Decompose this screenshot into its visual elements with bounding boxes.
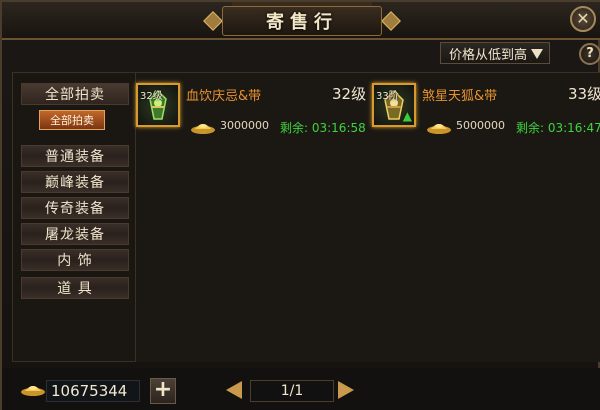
- category-legend-equipment[interactable]: 传奇装备: [21, 197, 129, 219]
- title-ornament-right: [381, 11, 401, 31]
- sort-dropdown[interactable]: 价格从低到高: [440, 42, 550, 64]
- item-name: 煞星天狐&带: [422, 89, 498, 104]
- category-all-auctions[interactable]: 全部拍卖: [21, 83, 129, 105]
- help-button[interactable]: ?: [579, 43, 600, 65]
- gold-ingot-icon: [427, 124, 451, 134]
- item-price: 5000000: [456, 119, 505, 132]
- add-gold-button[interactable]: +: [150, 378, 176, 404]
- item-level: 32级: [332, 85, 367, 103]
- chevron-down-icon: [531, 49, 543, 59]
- gold-ingot-icon: [21, 386, 45, 396]
- sort-selected-label: 价格从低到高: [449, 47, 528, 63]
- item-name: 血饮庆忌&带: [186, 89, 262, 104]
- close-button[interactable]: ✕: [570, 6, 596, 32]
- upgrade-arrow-icon: ▲: [402, 109, 412, 123]
- gold-ingot-icon: [191, 124, 215, 134]
- item-level: 33级: [568, 85, 600, 103]
- listing-item[interactable]: 33阶 ▲ 煞星天狐&带 33级 5000000 剩余: 03:16:47: [372, 79, 600, 143]
- item-level-badge: 33阶: [376, 91, 399, 102]
- belt-item-icon[interactable]: 33阶 ▲: [372, 83, 416, 127]
- footer-bar: 10675344 + 1/1: [2, 368, 600, 410]
- belt-item-icon[interactable]: 32级: [136, 83, 180, 127]
- category-items[interactable]: 道 具: [21, 277, 129, 299]
- window-title: 寄售行: [266, 12, 338, 33]
- title-plate: 寄售行: [222, 6, 382, 36]
- gold-balance: 10675344: [46, 380, 140, 402]
- close-icon: ✕: [576, 9, 590, 28]
- category-dragon-equipment[interactable]: 屠龙装备: [21, 223, 129, 245]
- subcategory-all-auctions[interactable]: 全部拍卖: [39, 110, 105, 130]
- listing-item[interactable]: 32级 血饮庆忌&带 32级 3000000 剩余: 03:16:58: [136, 79, 366, 143]
- title-ornament-left: [203, 11, 223, 31]
- category-decoration[interactable]: 内 饰: [21, 249, 129, 271]
- listing-area: 32级 血饮庆忌&带 32级 3000000 剩余: 03:16:58 33阶 …: [136, 72, 600, 362]
- item-level-badge: 32级: [140, 91, 163, 102]
- category-normal-equipment[interactable]: 普通装备: [21, 145, 129, 167]
- next-page-button[interactable]: [338, 381, 354, 399]
- item-price: 3000000: [220, 119, 269, 132]
- item-remaining-time: 剩余: 03:16:58: [280, 121, 366, 135]
- title-bar: 寄售行 ✕: [2, 2, 600, 40]
- auction-window: 寄售行 ✕ 价格从低到高 ? 全部拍卖 普通装备 巅峰装备 传奇装备 屠龙装备 …: [0, 0, 600, 410]
- previous-page-button[interactable]: [226, 381, 242, 399]
- page-indicator: 1/1: [250, 380, 334, 402]
- item-remaining-time: 剩余: 03:16:47: [516, 121, 600, 135]
- category-peak-equipment[interactable]: 巅峰装备: [21, 171, 129, 193]
